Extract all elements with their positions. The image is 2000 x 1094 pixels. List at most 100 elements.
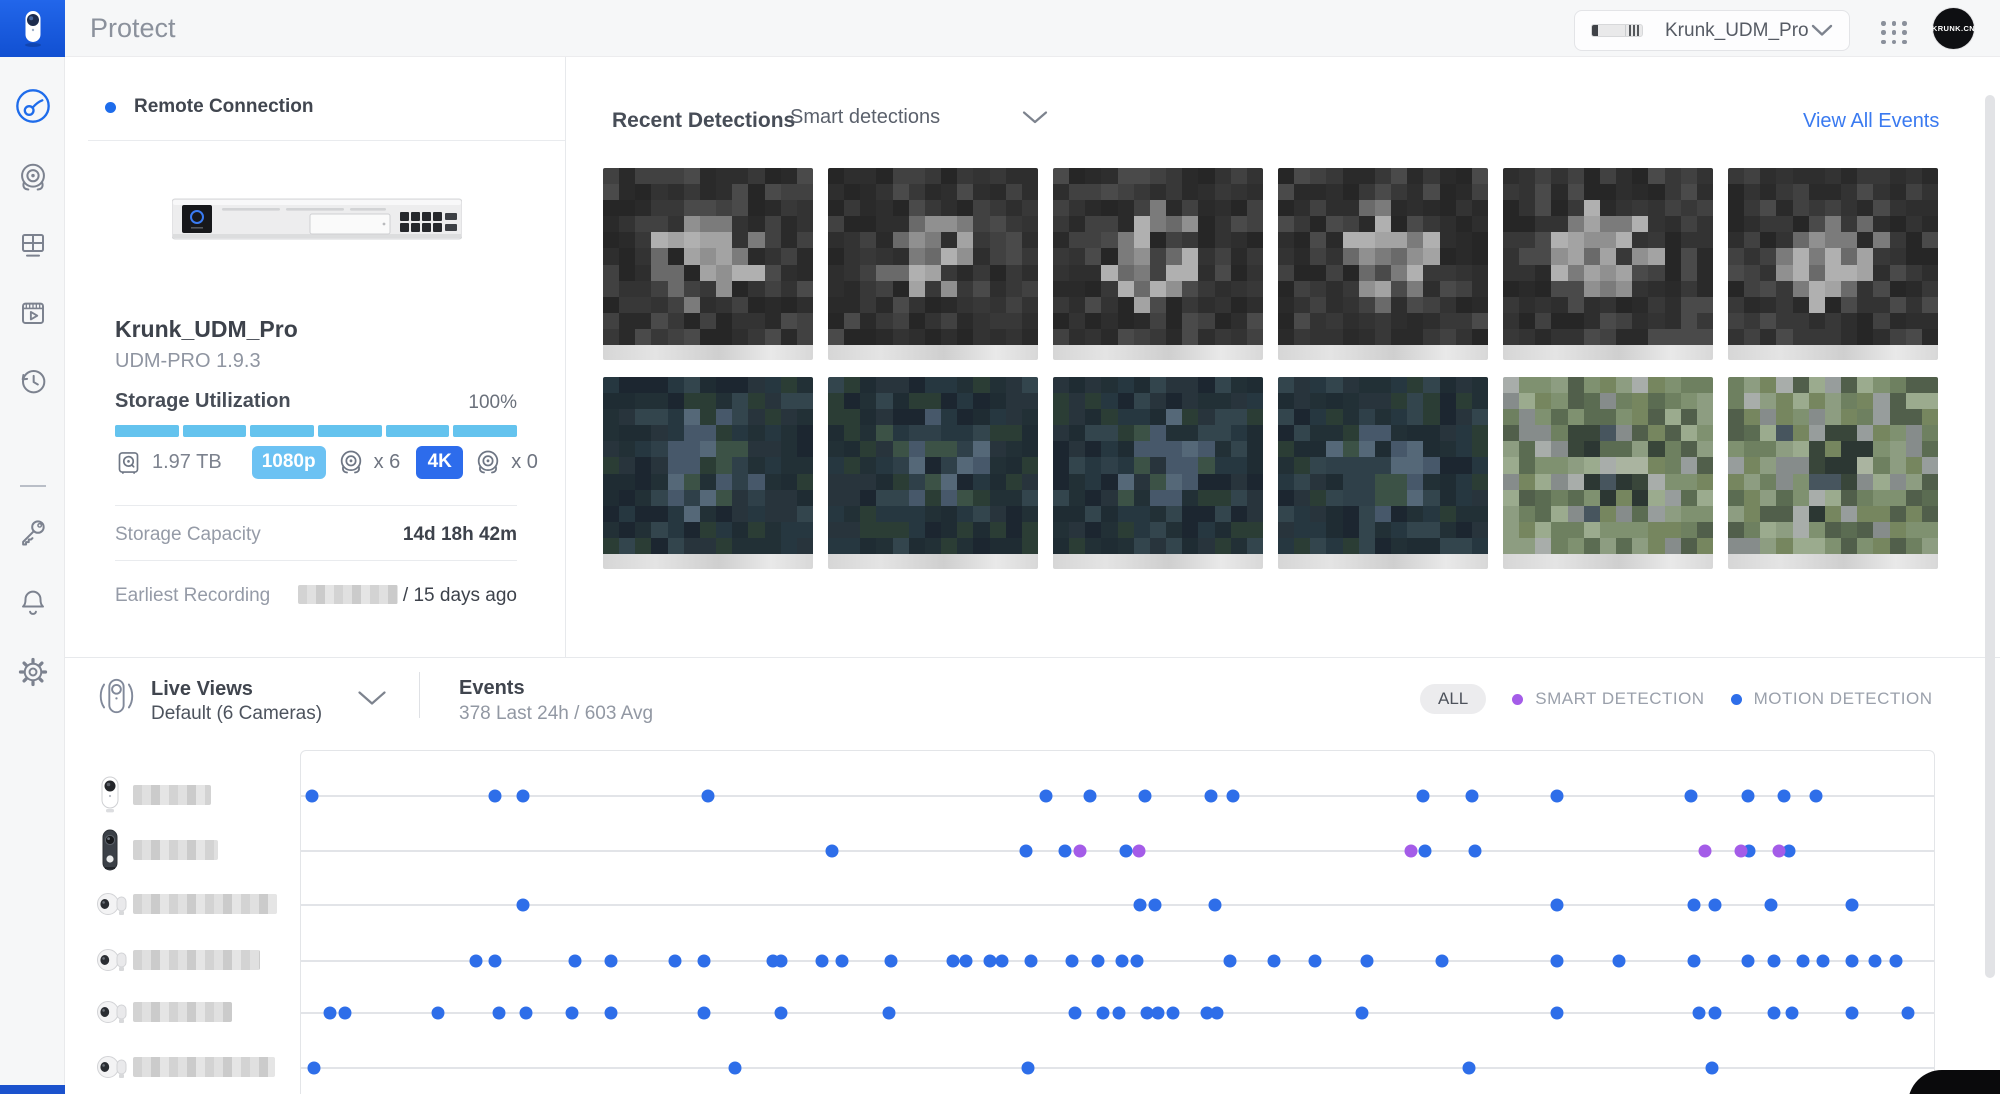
detections-filter-dropdown[interactable]: Smart detections	[790, 106, 1048, 129]
motion-event-dot[interactable]	[701, 790, 714, 803]
motion-event-dot[interactable]	[1810, 790, 1823, 803]
motion-event-dot[interactable]	[1356, 1007, 1369, 1020]
motion-event-dot[interactable]	[1418, 845, 1431, 858]
motion-event-dot[interactable]	[1139, 790, 1152, 803]
motion-event-dot[interactable]	[1091, 955, 1104, 968]
motion-event-dot[interactable]	[1705, 1062, 1718, 1075]
camera-list-item[interactable]	[95, 771, 295, 819]
motion-event-dot[interactable]	[1069, 1007, 1082, 1020]
motion-event-dot[interactable]	[1167, 1007, 1180, 1020]
protect-logo[interactable]	[0, 0, 65, 57]
sidebar-item-dashboard[interactable]	[0, 80, 65, 132]
motion-event-dot[interactable]	[1024, 955, 1037, 968]
motion-event-dot[interactable]	[882, 1007, 895, 1020]
detection-thumbnail[interactable]	[1278, 168, 1488, 360]
motion-event-dot[interactable]	[1065, 955, 1078, 968]
smart-event-dot[interactable]	[1405, 845, 1418, 858]
detection-thumbnail[interactable]	[603, 168, 813, 360]
smart-event-dot[interactable]	[1772, 845, 1785, 858]
motion-event-dot[interactable]	[1816, 955, 1829, 968]
user-avatar[interactable]: KRUNK.CN	[1933, 8, 1974, 49]
motion-event-dot[interactable]	[339, 1007, 352, 1020]
motion-event-dot[interactable]	[815, 955, 828, 968]
motion-event-dot[interactable]	[1550, 790, 1563, 803]
page-scrollbar[interactable]	[1985, 95, 1995, 978]
camera-list-item[interactable]	[95, 988, 295, 1036]
motion-event-dot[interactable]	[1767, 955, 1780, 968]
console-switcher[interactable]: Krunk_UDM_Pro	[1574, 10, 1850, 51]
motion-event-dot[interactable]	[1116, 955, 1129, 968]
motion-event-dot[interactable]	[1462, 1062, 1475, 1075]
detection-thumbnail[interactable]	[1053, 168, 1263, 360]
motion-event-dot[interactable]	[1687, 899, 1700, 912]
motion-event-dot[interactable]	[1039, 790, 1052, 803]
motion-event-dot[interactable]	[1890, 955, 1903, 968]
motion-event-dot[interactable]	[1846, 1007, 1859, 1020]
detection-thumbnail[interactable]	[1503, 377, 1713, 569]
detection-thumbnail[interactable]	[1728, 168, 1938, 360]
motion-event-dot[interactable]	[1741, 955, 1754, 968]
motion-event-dot[interactable]	[1709, 899, 1722, 912]
motion-event-dot[interactable]	[1436, 955, 1449, 968]
motion-event-dot[interactable]	[1021, 1062, 1034, 1075]
motion-event-dot[interactable]	[1268, 955, 1281, 968]
motion-event-dot[interactable]	[1020, 845, 1033, 858]
smart-event-dot[interactable]	[1699, 845, 1712, 858]
motion-event-dot[interactable]	[1612, 955, 1625, 968]
detection-thumbnail[interactable]	[1053, 377, 1263, 569]
motion-event-dot[interactable]	[517, 899, 530, 912]
legend-filter-motion[interactable]: MOTION DETECTION	[1731, 689, 1933, 709]
motion-event-dot[interactable]	[1119, 845, 1132, 858]
motion-event-dot[interactable]	[1550, 899, 1563, 912]
motion-event-dot[interactable]	[1113, 1007, 1126, 1020]
motion-event-dot[interactable]	[995, 955, 1008, 968]
detection-thumbnail[interactable]	[828, 168, 1038, 360]
motion-event-dot[interactable]	[1797, 955, 1810, 968]
detection-thumbnail[interactable]	[603, 377, 813, 569]
motion-event-dot[interactable]	[1204, 790, 1217, 803]
legend-filter-smart[interactable]: SMART DETECTION	[1512, 689, 1704, 709]
motion-event-dot[interactable]	[489, 955, 502, 968]
motion-event-dot[interactable]	[1785, 1007, 1798, 1020]
motion-event-dot[interactable]	[1846, 899, 1859, 912]
camera-list-item[interactable]	[95, 1043, 295, 1091]
smart-event-dot[interactable]	[1132, 845, 1145, 858]
motion-event-dot[interactable]	[775, 1007, 788, 1020]
smart-event-dot[interactable]	[1073, 845, 1086, 858]
sidebar-item-cameras[interactable]	[0, 151, 65, 203]
motion-event-dot[interactable]	[1152, 1007, 1165, 1020]
motion-event-dot[interactable]	[1550, 955, 1563, 968]
detection-thumbnail[interactable]	[1503, 168, 1713, 360]
motion-event-dot[interactable]	[492, 1007, 505, 1020]
motion-event-dot[interactable]	[605, 955, 618, 968]
motion-event-dot[interactable]	[1227, 790, 1240, 803]
motion-event-dot[interactable]	[469, 955, 482, 968]
motion-event-dot[interactable]	[959, 955, 972, 968]
sidebar-item-settings[interactable]	[0, 646, 65, 698]
motion-event-dot[interactable]	[1059, 845, 1072, 858]
motion-event-dot[interactable]	[1741, 790, 1754, 803]
motion-event-dot[interactable]	[520, 1007, 533, 1020]
motion-event-dot[interactable]	[1846, 955, 1859, 968]
motion-event-dot[interactable]	[825, 845, 838, 858]
detection-thumbnail[interactable]	[828, 377, 1038, 569]
motion-event-dot[interactable]	[1361, 955, 1374, 968]
detection-thumbnail[interactable]	[1278, 377, 1488, 569]
motion-event-dot[interactable]	[1550, 1007, 1563, 1020]
motion-event-dot[interactable]	[1469, 845, 1482, 858]
detection-thumbnail[interactable]	[1728, 377, 1938, 569]
motion-event-dot[interactable]	[1224, 955, 1237, 968]
motion-event-dot[interactable]	[668, 955, 681, 968]
legend-filter-all[interactable]: ALL	[1420, 684, 1486, 714]
apps-grid-icon[interactable]	[1877, 20, 1909, 46]
motion-event-dot[interactable]	[835, 955, 848, 968]
motion-event-dot[interactable]	[1687, 955, 1700, 968]
live-views-selector[interactable]	[357, 690, 387, 707]
motion-event-dot[interactable]	[306, 790, 319, 803]
motion-event-dot[interactable]	[308, 1062, 321, 1075]
motion-event-dot[interactable]	[1777, 790, 1790, 803]
motion-event-dot[interactable]	[698, 1007, 711, 1020]
motion-event-dot[interactable]	[946, 955, 959, 968]
motion-event-dot[interactable]	[1083, 790, 1096, 803]
camera-list-item[interactable]	[95, 826, 295, 874]
